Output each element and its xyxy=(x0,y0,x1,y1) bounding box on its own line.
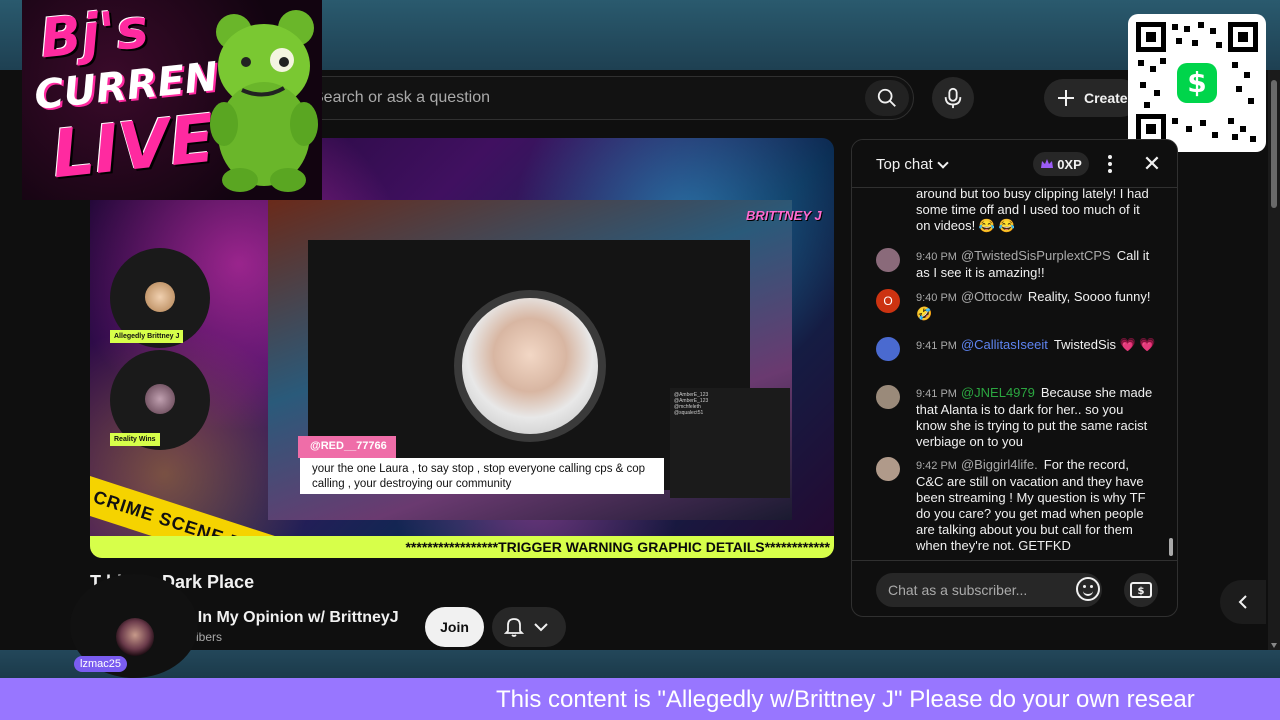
ticker-text: This content is "Allegedly w/Brittney J"… xyxy=(496,686,1195,713)
comment-handle: @RED__77766 xyxy=(298,436,396,458)
guest-label-2: Reality Wins xyxy=(110,433,160,446)
viewer-username: lzmac25 xyxy=(74,656,127,672)
brand-watermark: BRITTNEY J xyxy=(746,208,822,223)
chat-header: Top chat 0XP ✕ xyxy=(852,140,1177,188)
chat-scrollbar[interactable] xyxy=(1169,538,1173,556)
message-time: 9:41 PM xyxy=(916,340,957,352)
cashapp-qr-code: $ xyxy=(1128,14,1266,152)
more-options-icon[interactable] xyxy=(1100,152,1120,176)
chat-message: 9:41 PM @JNEL4979 Because she made that Al… xyxy=(876,385,1156,450)
chat-message: O 9:40 PM @Ottocdw Reality, Soooo funny! 🤣 xyxy=(876,289,1156,322)
scroll-down-icon[interactable] xyxy=(1271,643,1277,648)
logo-text-3: LIVE xyxy=(48,99,219,194)
message-text: TwistedSis 💗 💗 xyxy=(1053,337,1156,352)
notification-button[interactable] xyxy=(492,607,566,647)
guest-avatar-2 xyxy=(145,384,175,414)
search-button[interactable] xyxy=(865,80,909,116)
viewer-overlay: lzmac25 xyxy=(70,574,198,678)
create-label: Create xyxy=(1084,90,1128,106)
xp-value: 0XP xyxy=(1057,156,1082,172)
scrollbar-thumb[interactable] xyxy=(1271,80,1277,208)
embedded-chat: @AmberE_123 @AmberE_123 @mchfeleth @squa… xyxy=(670,388,790,498)
svg-text:$: $ xyxy=(1187,66,1206,99)
close-icon[interactable]: ✕ xyxy=(1140,152,1164,176)
message-time: 9:40 PM xyxy=(916,251,957,263)
featured-comment: your the one Laura , to say stop , stop … xyxy=(300,458,664,494)
message-time: 9:41 PM xyxy=(916,388,957,400)
microphone-icon xyxy=(944,87,962,109)
chat-input[interactable]: Chat as a subscriber... xyxy=(876,573,1102,607)
search-input[interactable]: Search or ask a question xyxy=(313,89,865,107)
create-button[interactable]: Create xyxy=(1044,79,1140,117)
super-chat-button[interactable]: $ xyxy=(1124,573,1158,607)
host-avatar xyxy=(454,290,606,442)
bell-icon xyxy=(504,618,524,637)
search-icon xyxy=(877,88,896,107)
avatar[interactable] xyxy=(876,457,900,481)
super-chat-icon: $ xyxy=(1130,582,1152,598)
crown-icon xyxy=(1041,159,1054,168)
avatar[interactable] xyxy=(876,248,900,272)
message-time: 9:42 PM xyxy=(916,460,957,472)
chat-input-row: Chat as a subscriber... $ xyxy=(852,560,1177,616)
logo-text-1: Bj's xyxy=(37,0,152,71)
bottom-banner xyxy=(0,650,1280,678)
svg-text:$: $ xyxy=(1138,586,1145,597)
chat-message: around but too busy clipping lately! I h… xyxy=(876,186,1156,234)
qr-icon: $ xyxy=(1136,22,1258,144)
search-bar[interactable]: Search or ask a question xyxy=(290,76,914,120)
message-author[interactable]: @Ottocdw xyxy=(961,289,1022,304)
avatar xyxy=(116,618,154,656)
message-text: around but too busy clipping lately! I h… xyxy=(916,186,1149,233)
message-author[interactable]: @JNEL4979 xyxy=(961,385,1035,400)
page-scrollbar[interactable] xyxy=(1268,70,1280,650)
voice-search-button[interactable] xyxy=(932,77,974,119)
chevron-down-icon xyxy=(534,623,548,632)
message-author[interactable]: @Biggirl4life. xyxy=(961,457,1038,472)
live-chat-panel: Top chat 0XP ✕ around but too busy clipp… xyxy=(851,139,1178,617)
expand-panel-button[interactable] xyxy=(1220,580,1266,624)
chat-message: 9:42 PM @Biggirl4life. For the record, C&C… xyxy=(876,457,1156,554)
guest-label-1: Allegedly Brittney J xyxy=(110,330,184,343)
embedded-chat-line: @squalect51 xyxy=(674,410,704,416)
chat-mode-label: Top chat xyxy=(876,156,933,173)
join-button[interactable]: Join xyxy=(425,607,484,647)
message-author[interactable]: @CallitasIseeit xyxy=(961,337,1048,352)
guest-avatar-1 xyxy=(145,282,175,312)
plus-icon xyxy=(1058,90,1074,106)
chevron-left-icon xyxy=(1238,595,1247,609)
trigger-warning-banner: *****************TRIGGER WARNING GRAPHIC… xyxy=(90,536,834,558)
avatar[interactable]: O xyxy=(876,289,900,313)
chevron-down-icon xyxy=(937,157,949,169)
chat-mode-selector[interactable]: Top chat xyxy=(876,156,949,173)
message-author[interactable]: @TwistedSisPurplextCPS xyxy=(961,248,1111,263)
chat-message: 9:41 PM @CallitasIseeit TwistedSis 💗 💗 xyxy=(876,337,1156,361)
channel-name[interactable]: ly In My Opinion w/ BrittneyJ xyxy=(180,609,399,627)
avatar[interactable] xyxy=(876,385,900,409)
video-player[interactable]: Allegedly Brittney J Reality Wins BRITTN… xyxy=(90,138,834,558)
channel-logo-overlay: Bj's CURRENT LIVE xyxy=(22,0,322,200)
xp-badge[interactable]: 0XP xyxy=(1033,152,1089,176)
chat-message: 9:40 PM @TwistedSisPurplextCPS Call it as … xyxy=(876,248,1156,281)
message-time: 9:40 PM xyxy=(916,292,957,304)
emoji-icon[interactable] xyxy=(1076,577,1100,601)
avatar[interactable] xyxy=(876,337,900,361)
gummy-bear-icon xyxy=(210,10,318,192)
chat-messages: around but too busy clipping lately! I h… xyxy=(852,180,1177,558)
ticker-banner: This content is "Allegedly w/Brittney J"… xyxy=(0,678,1280,720)
